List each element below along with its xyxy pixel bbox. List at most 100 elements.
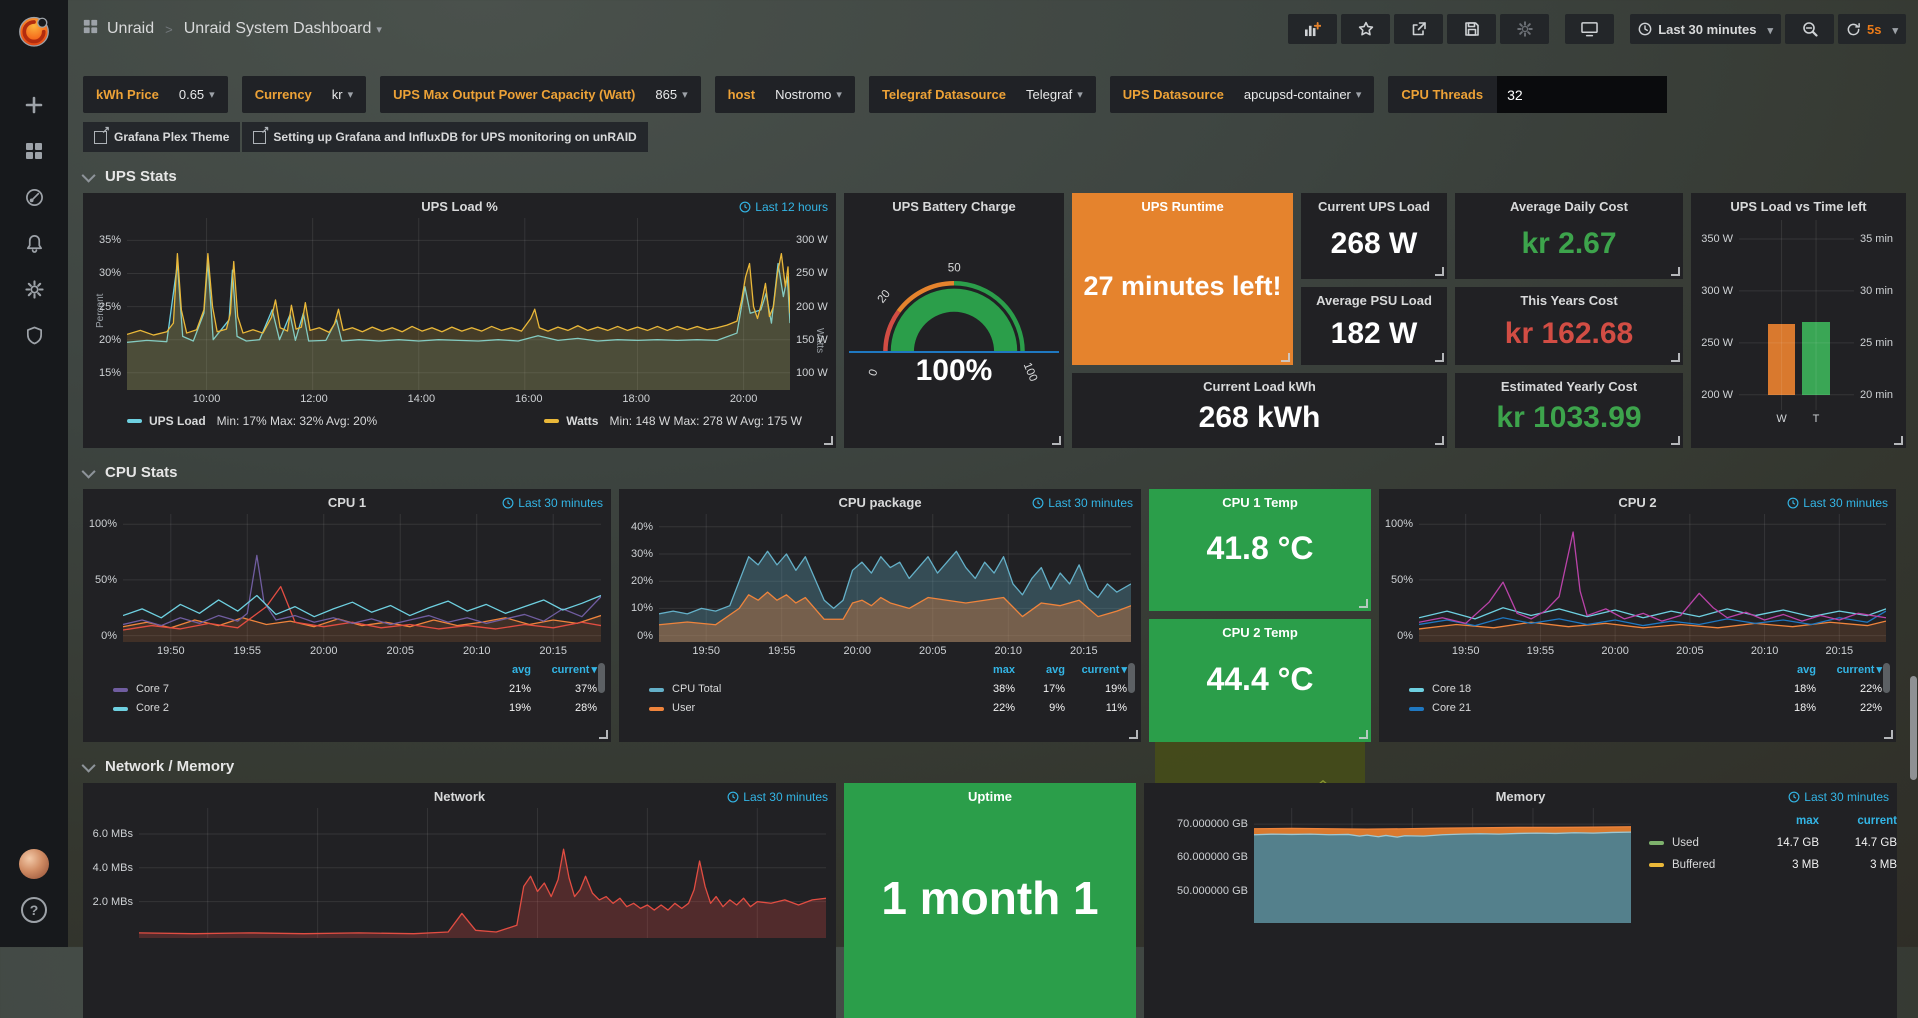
apps-grid-icon[interactable] — [83, 19, 98, 39]
cpu1-chart[interactable] — [123, 514, 601, 642]
panel-title[interactable]: CPU 2 Temp — [1149, 619, 1371, 640]
panel-resize-handle[interactable] — [1359, 599, 1368, 608]
legend-series-name[interactable]: Core 18 — [1395, 680, 1758, 699]
breadcrumb-folder[interactable]: Unraid — [107, 20, 154, 38]
panel-resize-handle[interactable] — [1671, 436, 1680, 445]
panel-title[interactable]: UPS Load vs Time left — [1691, 193, 1906, 214]
save-dashboard-button[interactable] — [1447, 14, 1496, 44]
legend-col-header-sorted[interactable]: current — [531, 661, 597, 680]
legend-scrollbar[interactable] — [598, 663, 605, 693]
explore-compass-icon[interactable] — [0, 174, 68, 220]
legend-col-header-sorted[interactable]: current — [1816, 661, 1882, 680]
panel-time-override[interactable]: Last 30 minutes — [1032, 496, 1133, 510]
panel-time-override[interactable]: Last 12 hours — [739, 200, 828, 214]
user-avatar[interactable] — [0, 841, 68, 887]
section-network-memory[interactable]: Network / Memory — [85, 758, 1906, 775]
load-vs-time-chart[interactable] — [1739, 220, 1854, 410]
panel-resize-handle[interactable] — [1671, 267, 1680, 276]
legend-series-name[interactable]: Watts — [566, 414, 598, 428]
dashboard-settings-button[interactable] — [1500, 14, 1549, 44]
panel-title[interactable]: Average PSU Load — [1301, 287, 1447, 308]
share-dashboard-button[interactable] — [1394, 14, 1443, 44]
variable-value-dropdown[interactable]: 865 — [655, 87, 687, 102]
panel-time-override[interactable]: Last 30 minutes — [1787, 496, 1888, 510]
time-range-picker[interactable]: Last 30 minutes — [1630, 14, 1781, 44]
legend-scrollbar[interactable] — [1128, 663, 1135, 693]
configuration-gear-icon[interactable] — [0, 266, 68, 312]
network-chart[interactable] — [139, 808, 826, 938]
legend-series-name[interactable]: Buffered — [1645, 854, 1747, 876]
legend-scrollbar[interactable] — [1883, 663, 1890, 693]
grafana-logo-icon[interactable] — [0, 8, 68, 54]
ups-load-chart[interactable] — [127, 218, 790, 390]
panel-title[interactable]: UPS Battery Charge — [844, 193, 1064, 214]
add-panel-button[interactable] — [1288, 14, 1337, 44]
panel-resize-handle[interactable] — [1281, 353, 1290, 362]
dashboards-icon[interactable] — [0, 128, 68, 174]
tv-mode-button[interactable] — [1565, 14, 1614, 44]
panel-title[interactable]: Current Load kWh — [1072, 373, 1447, 394]
variable-value-dropdown[interactable]: kr — [332, 87, 353, 102]
page-scrollbar[interactable] — [1910, 0, 1917, 947]
panel-title[interactable]: Memory — [1144, 783, 1897, 804]
cpu-package-chart[interactable] — [659, 514, 1131, 642]
panel-time-override[interactable]: Last 30 minutes — [1788, 790, 1889, 804]
link-grafana-plex-theme[interactable]: Grafana Plex Theme — [83, 122, 240, 152]
legend-series-name[interactable]: Used — [1645, 832, 1747, 854]
panel-resize-handle[interactable] — [599, 730, 608, 739]
legend-col-header[interactable]: max — [1747, 810, 1819, 832]
legend-series-name[interactable]: UPS Load — [149, 414, 206, 428]
variable-value-dropdown[interactable]: 0.65 — [179, 87, 215, 102]
variable-value-dropdown[interactable]: Telegraf — [1026, 87, 1083, 102]
panel-title[interactable]: Average Daily Cost — [1455, 193, 1683, 214]
panel-title[interactable]: Current UPS Load — [1301, 193, 1447, 214]
panel-resize-handle[interactable] — [1894, 436, 1903, 445]
refresh-button[interactable]: 5s — [1838, 14, 1906, 44]
panel-resize-handle[interactable] — [1435, 267, 1444, 276]
link-ups-monitoring-guide[interactable]: Setting up Grafana and InfluxDB for UPS … — [242, 122, 647, 152]
panel-title[interactable]: Network — [83, 783, 836, 804]
panel-title[interactable]: UPS Load % — [83, 193, 836, 214]
panel-resize-handle[interactable] — [1671, 353, 1680, 362]
legend-series-name[interactable]: CPU Total — [635, 680, 959, 699]
panel-title[interactable]: UPS Runtime — [1072, 193, 1293, 214]
legend-series-name[interactable]: User — [635, 699, 959, 718]
legend-col-header[interactable]: avg — [1758, 661, 1816, 680]
variable-value-dropdown[interactable]: apcupsd-container — [1244, 87, 1362, 102]
panel-resize-handle[interactable] — [1129, 730, 1138, 739]
cpu2-chart[interactable] — [1419, 514, 1886, 642]
legend-col-header[interactable]: current — [1819, 810, 1897, 832]
variable-value-dropdown[interactable]: Nostromo — [775, 87, 842, 102]
admin-shield-icon[interactable] — [0, 312, 68, 358]
create-plus-icon[interactable] — [0, 82, 68, 128]
legend-col-header[interactable]: avg — [473, 661, 531, 680]
star-dashboard-button[interactable] — [1341, 14, 1390, 44]
panel-time-override[interactable]: Last 30 minutes — [502, 496, 603, 510]
panel-title[interactable]: Estimated Yearly Cost — [1455, 373, 1683, 394]
help-icon[interactable]: ? — [0, 887, 68, 933]
legend-col-header[interactable]: avg — [1015, 661, 1065, 680]
panel-resize-handle[interactable] — [1435, 353, 1444, 362]
alerting-bell-icon[interactable] — [0, 220, 68, 266]
section-ups-stats[interactable]: UPS Stats — [85, 168, 1906, 185]
cpu-threads-input[interactable] — [1497, 76, 1667, 113]
section-cpu-stats[interactable]: CPU Stats — [85, 464, 1906, 481]
panel-title[interactable]: Uptime — [844, 783, 1136, 804]
breadcrumb-dashboard-title[interactable]: Unraid System Dashboard — [184, 20, 382, 38]
panel-resize-handle[interactable] — [1435, 436, 1444, 445]
legend-series-name[interactable]: Core 21 — [1395, 699, 1758, 718]
panel-resize-handle[interactable] — [1359, 730, 1368, 739]
panel-time-override[interactable]: Last 30 minutes — [727, 790, 828, 804]
legend-col-header[interactable]: max — [959, 661, 1015, 680]
zoom-out-button[interactable] — [1785, 14, 1834, 44]
legend-series-name[interactable]: Core 7 — [99, 680, 473, 699]
panel-resize-handle[interactable] — [824, 436, 833, 445]
scrollbar-thumb[interactable] — [1910, 676, 1917, 780]
panel-title[interactable]: This Years Cost — [1455, 287, 1683, 308]
memory-chart[interactable] — [1254, 808, 1631, 923]
panel-resize-handle[interactable] — [1052, 436, 1061, 445]
panel-resize-handle[interactable] — [1884, 730, 1893, 739]
legend-col-header-sorted[interactable]: current — [1065, 661, 1127, 680]
panel-title[interactable]: CPU 1 Temp — [1149, 489, 1371, 510]
legend-series-name[interactable]: Core 2 — [99, 699, 473, 718]
